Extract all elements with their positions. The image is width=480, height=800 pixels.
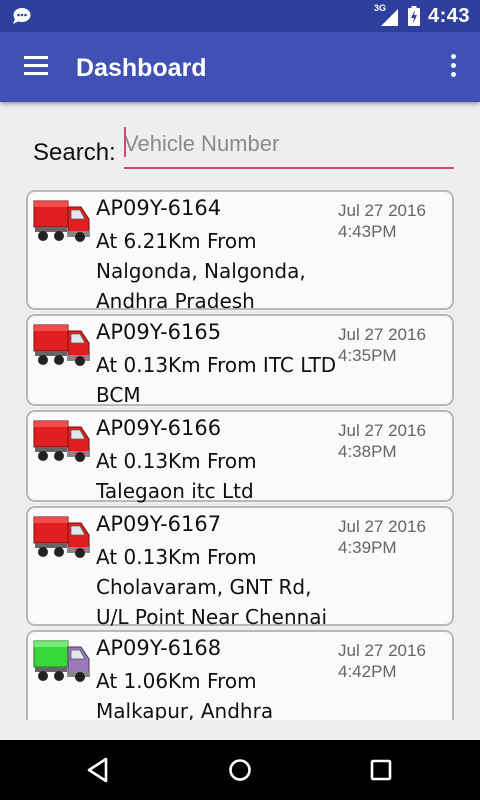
update-date: Jul 27 2016 — [338, 517, 426, 536]
truck-icon — [33, 200, 90, 242]
vehicle-card[interactable]: AP09Y-6165 At 0.13Km From ITC LTD BCM Ju… — [26, 314, 454, 407]
vehicle-card[interactable]: AP09Y-6164 At 6.21Km From Nalgonda, Nalg… — [26, 190, 454, 313]
last-update: Jul 27 2016 4:43PM — [338, 200, 426, 242]
vehicle-location: At 0.13Km From ITC LTD BCM — [96, 353, 337, 407]
vehicle-location: At 0.13Km From Talegaon itc Ltd — [96, 449, 257, 503]
vehicle-number: AP09Y-6164 — [96, 196, 222, 220]
last-update: Jul 27 2016 4:38PM — [338, 420, 426, 462]
update-date: Jul 27 2016 — [338, 325, 426, 344]
vehicle-list[interactable]: AP09Y-6164 At 6.21Km From Nalgonda, Nalg… — [26, 190, 454, 720]
back-icon[interactable] — [84, 755, 112, 785]
last-update: Jul 27 2016 4:42PM — [338, 640, 426, 682]
update-time: 4:42PM — [338, 662, 397, 681]
battery-charging-icon — [407, 6, 420, 26]
update-time: 4:39PM — [338, 538, 397, 557]
hamburger-menu-icon[interactable] — [24, 56, 48, 78]
truck-icon — [33, 324, 90, 366]
vehicle-number: AP09Y-6166 — [96, 416, 222, 440]
clock: 4:43 — [427, 4, 470, 27]
truck-icon — [33, 640, 90, 682]
vehicle-location: At 1.06Km From Malkapur, Andhra — [96, 669, 274, 720]
vehicle-card[interactable]: AP09Y-6168 At 1.06Km From Malkapur, Andh… — [26, 630, 454, 720]
update-date: Jul 27 2016 — [338, 201, 426, 220]
vehicle-card[interactable]: AP09Y-6166 At 0.13Km From Talegaon itc L… — [26, 410, 454, 503]
home-icon[interactable] — [228, 758, 252, 782]
recent-apps-icon[interactable] — [370, 759, 392, 781]
cell-signal-icon: 3G — [374, 3, 400, 27]
vehicle-location: At 0.13Km From Cholavaram, GNT Rd, U/L P… — [96, 545, 328, 629]
vehicle-card[interactable]: AP09Y-6167 At 0.13Km From Cholavaram, GN… — [26, 506, 454, 629]
vehicle-number: AP09Y-6167 — [96, 512, 222, 536]
update-time: 4:35PM — [338, 346, 397, 365]
vehicle-search-input[interactable] — [124, 125, 454, 169]
text-cursor — [124, 127, 126, 157]
vehicle-number: AP09Y-6168 — [96, 636, 222, 660]
last-update: Jul 27 2016 4:39PM — [338, 516, 426, 558]
status-bar: 3G 4:43 — [0, 0, 480, 32]
system-navigation-bar — [0, 740, 480, 800]
update-time: 4:43PM — [338, 222, 397, 241]
truck-icon — [33, 516, 90, 558]
vehicle-number: AP09Y-6165 — [96, 320, 222, 344]
search-label: Search: — [33, 139, 116, 166]
update-time: 4:38PM — [338, 442, 397, 461]
truck-icon — [33, 420, 90, 462]
update-date: Jul 27 2016 — [338, 641, 426, 660]
update-date: Jul 27 2016 — [338, 421, 426, 440]
page-title: Dashboard — [76, 54, 207, 82]
app-toolbar: Dashboard — [0, 32, 480, 102]
overflow-menu-icon[interactable] — [450, 54, 458, 80]
chat-notification-icon — [13, 8, 31, 24]
vehicle-location: At 6.21Km From Nalgonda, Nalgonda, Andhr… — [96, 229, 306, 313]
last-update: Jul 27 2016 4:35PM — [338, 324, 426, 366]
